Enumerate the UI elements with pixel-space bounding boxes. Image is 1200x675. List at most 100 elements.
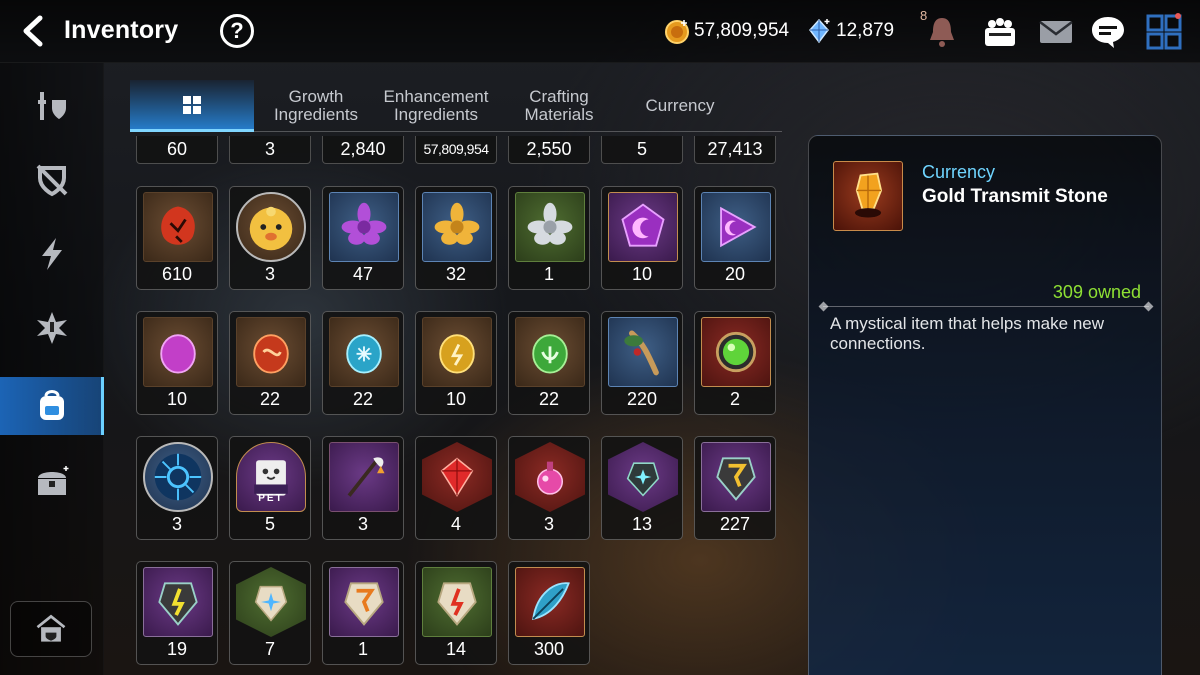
mail-button[interactable] [1036,12,1076,52]
item-slot[interactable]: 2 [694,311,776,415]
item-slot[interactable]: 3 [508,436,590,540]
red-rune-tablet-icon [422,567,492,637]
nav-inventory[interactable] [0,377,104,435]
tab-currency[interactable]: Currency [624,80,736,132]
notification-bell[interactable]: 8 [920,8,962,52]
item-slot[interactable]: 1 [508,186,590,290]
grid-icon [183,95,201,114]
item-slot[interactable]: 10 [415,311,497,415]
chest-icon [38,466,69,495]
page-title: Inventory [64,16,179,44]
back-arrow-icon[interactable] [18,14,52,48]
item-slot[interactable]: 22 [322,311,404,415]
item-count: 2 [729,389,740,409]
item-count: 14 [445,639,467,659]
item-slot[interactable]: PET 5 [229,436,311,540]
item-slot[interactable]: 3 [136,436,218,540]
moon-gem-triangle-icon [701,192,771,262]
grid-row-partial: 60 3 2,840 57,809,954 2,550 5 27,413 [130,136,784,166]
star-stone-tablet-icon [236,567,306,637]
nav-artifacts[interactable] [0,151,104,209]
gold-rune-tablet-icon [701,442,771,512]
item-count[interactable]: 2,550 [508,136,590,164]
catalyst-icon [37,312,67,344]
item-slot[interactable]: 13 [601,436,683,540]
menu-button[interactable] [1144,12,1184,52]
item-slot[interactable]: 3 [322,436,404,540]
item-description: A mystical item that helps make new conn… [830,314,1105,353]
sanctuary-button[interactable] [10,601,92,657]
item-slot[interactable]: 227 [694,436,776,540]
tab-crafting-materials[interactable]: Crafting Materials [500,80,618,132]
divider [823,306,1149,307]
crystal-resource: 12,879 [806,14,894,48]
item-count[interactable]: 5 [601,136,683,164]
item-count: 300 [533,639,565,659]
item-count[interactable]: 57,809,954 [415,136,497,164]
nav-storage[interactable] [0,453,104,511]
tab-enhancement-ingredients[interactable]: Enhancement Ingredients [378,80,494,132]
blue-compass-icon [143,442,213,512]
item-grid: 60 3 2,840 57,809,954 2,550 5 27,413 610… [130,136,784,675]
herb-root-icon [608,317,678,387]
item-name: Gold Transmit Stone [922,186,1108,207]
nav-catalysts[interactable] [0,299,104,357]
guild-button[interactable] [980,12,1020,52]
tab-all[interactable] [130,80,254,132]
item-count[interactable]: 27,413 [694,136,776,164]
side-nav [0,63,104,675]
item-category: Currency [922,162,996,182]
help-button[interactable]: ? [220,14,254,48]
item-count: 47 [352,264,374,284]
item-slot[interactable]: 20 [694,186,776,290]
pet-pack-icon: PET [236,442,306,512]
item-slot[interactable]: 19 [136,561,218,665]
item-slot[interactable]: 10 [136,311,218,415]
feather-staff-icon [329,442,399,512]
item-count[interactable]: 2,840 [322,136,404,164]
item-owned-count: 309 owned [1052,282,1141,302]
item-slot[interactable]: 3 [229,186,311,290]
category-tabs: Growth Ingredients Enhancement Ingredien… [130,80,782,132]
item-slot[interactable]: 22 [229,311,311,415]
item-count: 19 [166,639,188,659]
item-count: 22 [538,389,560,409]
item-count: 10 [445,389,467,409]
backpack-icon [40,390,64,420]
item-slot[interactable]: 7 [229,561,311,665]
crystal-amount: 12,879 [836,20,895,41]
house-icon [36,614,66,642]
item-count: 20 [724,264,746,284]
bell-icon [930,18,954,47]
item-slot[interactable]: 10 [601,186,683,290]
item-slot[interactable]: 300 [508,561,590,665]
artifact-shield-icon [36,164,68,197]
item-count: 1 [357,639,368,659]
item-count: 3 [264,264,275,284]
lightning-icon [42,238,62,270]
item-slot[interactable]: 32 [415,186,497,290]
item-slot[interactable]: 4 [415,436,497,540]
chat-icon [1092,17,1124,48]
nav-equipment[interactable] [0,77,104,135]
yellow-rune-tablet-icon [143,567,213,637]
item-count: 10 [631,264,653,284]
item-slot[interactable]: 22 [508,311,590,415]
blue-feather-icon [515,567,585,637]
item-slot[interactable]: 610 [136,186,218,290]
item-slot[interactable]: 220 [601,311,683,415]
item-slot[interactable]: 14 [415,561,497,665]
item-count[interactable]: 3 [229,136,311,164]
purple-rune-stone-icon [143,317,213,387]
chat-button[interactable] [1088,12,1128,52]
item-count: 3 [357,514,368,534]
item-slot[interactable]: 47 [322,186,404,290]
tab-growth-ingredients[interactable]: Growth Ingredients [260,80,372,132]
item-count: 22 [259,389,281,409]
item-count[interactable]: 60 [136,136,218,164]
nav-runes[interactable] [0,225,104,283]
item-slot[interactable]: 1 [322,561,404,665]
pet-label: PET [258,493,284,504]
item-detail-panel: Currency Gold Transmit Stone 309 owned A… [808,135,1162,675]
notification-count: 8 [920,8,928,23]
